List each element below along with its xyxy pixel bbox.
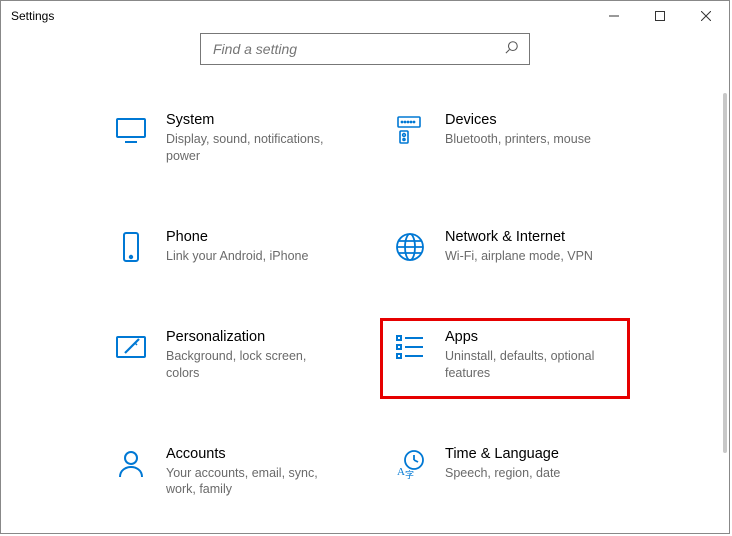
apps-icon (393, 331, 427, 365)
tile-desc: Uninstall, defaults, optional features (445, 348, 615, 382)
scrollbar-thumb[interactable] (723, 93, 727, 453)
content-area: System Display, sound, notifications, po… (1, 81, 719, 533)
tile-desc: Speech, region, date (445, 465, 560, 482)
tile-apps[interactable]: Apps Uninstall, defaults, optional featu… (380, 318, 630, 399)
tile-system[interactable]: System Display, sound, notifications, po… (101, 101, 351, 182)
tile-title: Phone (166, 229, 308, 245)
tile-accounts[interactable]: Accounts Your accounts, email, sync, wor… (101, 435, 351, 516)
tile-desc: Background, lock screen, colors (166, 348, 336, 382)
tile-title: Devices (445, 112, 591, 128)
minimize-button[interactable] (591, 1, 637, 31)
close-button[interactable] (683, 1, 729, 31)
tile-title: Accounts (166, 446, 336, 462)
window-title: Settings (11, 9, 54, 23)
scrollbar[interactable] (722, 93, 728, 493)
titlebar: Settings (1, 1, 729, 31)
search-input[interactable] (211, 40, 505, 58)
tile-desc: Display, sound, notifications, power (166, 131, 336, 165)
tile-desc: Your accounts, email, sync, work, family (166, 465, 336, 499)
devices-icon (393, 114, 427, 148)
tile-network[interactable]: Network & Internet Wi-Fi, airplane mode,… (380, 218, 630, 282)
tile-phone[interactable]: Phone Link your Android, iPhone (101, 218, 351, 282)
time-language-icon: A 字 (393, 448, 427, 482)
tile-title: System (166, 112, 336, 128)
search-box[interactable] (200, 33, 530, 65)
system-icon (114, 114, 148, 148)
tile-title: Time & Language (445, 446, 560, 462)
personalization-icon (114, 331, 148, 365)
tile-devices[interactable]: Devices Bluetooth, printers, mouse (380, 101, 630, 182)
tile-title: Network & Internet (445, 229, 593, 245)
network-icon (393, 231, 427, 265)
settings-window: Settings (0, 0, 730, 534)
tile-desc: Wi-Fi, airplane mode, VPN (445, 248, 593, 265)
tile-time-language[interactable]: A 字 Time & Language Speech, region, date (380, 435, 630, 516)
tile-desc: Bluetooth, printers, mouse (445, 131, 591, 148)
accounts-icon (114, 448, 148, 482)
svg-text:字: 字 (405, 469, 414, 480)
tile-personalization[interactable]: Personalization Background, lock screen,… (101, 318, 351, 399)
tile-desc: Link your Android, iPhone (166, 248, 308, 265)
phone-icon (114, 231, 148, 265)
tile-title: Personalization (166, 329, 336, 345)
svg-text:A: A (397, 466, 405, 478)
search-icon (505, 40, 519, 59)
tile-title: Apps (445, 329, 615, 345)
maximize-button[interactable] (637, 1, 683, 31)
